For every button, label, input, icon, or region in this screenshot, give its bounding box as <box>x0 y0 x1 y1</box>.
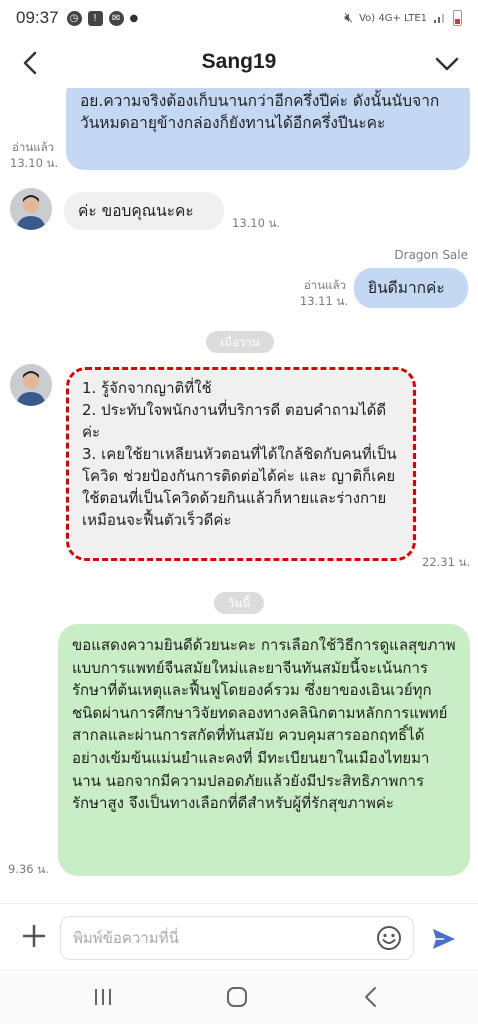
dot-icon: ● <box>129 12 139 24</box>
chat-header: Sang19 <box>0 36 478 88</box>
sender-name: Dragon Sale <box>394 248 468 262</box>
contact-avatar[interactable] <box>10 188 52 230</box>
send-icon[interactable] <box>430 925 458 953</box>
network-label: Vo) 4G+ LTE1 <box>359 12 427 24</box>
status-right: 🔇︎ Vo) 4G+ LTE1 <box>344 10 462 27</box>
message-time: 22.31 น. <box>422 555 471 569</box>
incoming-message-bubble[interactable]: ค่ะ ขอบคุณนะคะ <box>64 192 224 230</box>
contact-avatar[interactable] <box>10 364 52 406</box>
message-line: 2. ประทับใจพนักงานที่บริการดี ตอบคำถามได… <box>82 401 387 441</box>
clock-icon: ◷ <box>66 10 82 26</box>
message-input-bar <box>0 903 478 969</box>
chat-title: Sang19 <box>201 50 277 73</box>
incoming-message-bubble[interactable]: 1. รู้จักจากญาติที่ใช้ 2. ประทับใจพนักงา… <box>70 371 414 557</box>
chevron-down-icon[interactable] <box>432 48 462 78</box>
status-time: 09:37 <box>16 8 59 27</box>
alert-icon: ! <box>87 10 103 26</box>
message-input[interactable] <box>60 916 414 960</box>
message-time: 13.11 น. <box>299 294 348 308</box>
message-text: ค่ะ ขอบคุณนะคะ <box>78 202 194 220</box>
home-icon[interactable] <box>226 986 248 1008</box>
message-line: 1. รู้จักจากญาติที่ใช้ <box>82 379 212 397</box>
signal-icon <box>433 10 447 27</box>
system-nav-bar <box>0 969 478 1024</box>
outgoing-message-bubble[interactable]: ขอแสดงความยินดีด้วยนะคะ การเลือกใช้วิธีก… <box>58 624 470 876</box>
mute-icon: 🔇︎ <box>344 10 354 26</box>
plus-icon[interactable] <box>20 922 48 950</box>
avatar-image <box>10 188 52 230</box>
read-receipt: อ่านแล้ว <box>12 140 55 154</box>
message-text: ยินดีมากค่ะ <box>368 279 445 297</box>
recent-apps-icon[interactable] <box>92 987 114 1007</box>
date-separator: วันนี้ <box>214 592 264 614</box>
line-icon: ✉ <box>108 10 124 26</box>
avatar-image <box>10 364 52 406</box>
message-line: 3. เคยใช้ยาเหลียนหัวตอนที่ได้ใกล้ชิดกับค… <box>82 445 397 529</box>
message-text: อย.ความจริงต้องเก็บนานกว่าอีกครึ่งปีค่ะ … <box>80 92 440 132</box>
message-time: 13.10 น. <box>10 156 59 170</box>
read-receipt: อ่านแล้ว <box>303 278 346 292</box>
battery-icon <box>453 10 462 26</box>
outgoing-message-bubble[interactable]: ยินดีมากค่ะ <box>354 268 468 308</box>
nav-back-icon[interactable] <box>362 986 380 1008</box>
message-text: ขอแสดงความยินดีด้วยนะคะ การเลือกใช้วิธีก… <box>72 636 456 813</box>
status-bar: 09:37 ◷ ! ✉ ● 🔇︎ Vo) 4G+ LTE1 <box>0 0 478 36</box>
message-time: 13.10 น. <box>232 216 281 230</box>
message-time: 9.36 น. <box>8 862 49 876</box>
outgoing-message-bubble[interactable]: อย.ความจริงต้องเก็บนานกว่าอีกครึ่งปีค่ะ … <box>66 88 470 170</box>
back-arrow-icon[interactable] <box>16 48 46 78</box>
message-list[interactable]: อย.ความจริงต้องเก็บนานกว่าอีกครึ่งปีค่ะ … <box>0 88 478 903</box>
date-separator: เมื่อวาน <box>206 331 274 353</box>
notification-icons: ◷ ! ✉ ● <box>66 10 139 26</box>
emoji-icon[interactable] <box>376 925 402 951</box>
